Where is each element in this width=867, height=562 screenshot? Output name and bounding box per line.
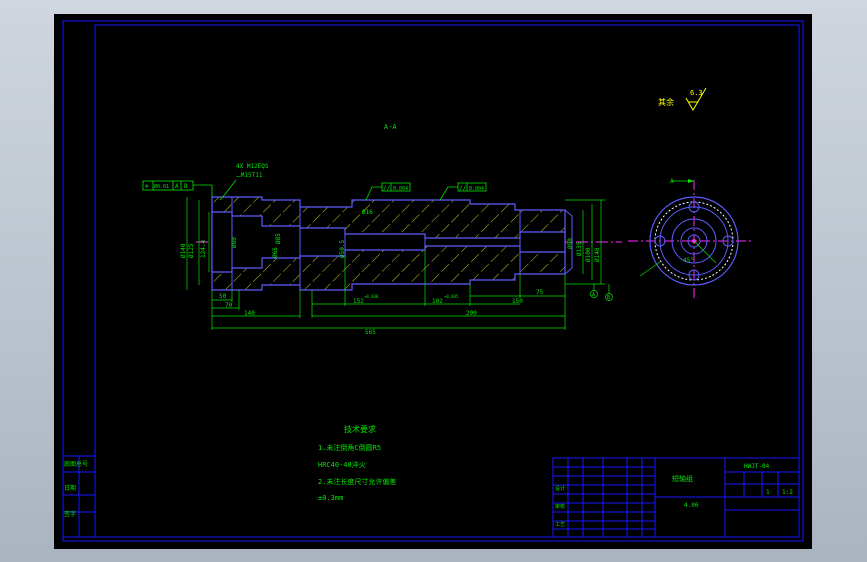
dia-125: Ø125 [188,243,195,258]
surface-finish-label: 其余 [658,97,674,107]
dim-75: 75 [536,289,544,296]
dia-90: Ø90 [567,238,574,249]
dim-150: 150 [512,298,523,305]
dim-290: 290 [466,310,477,317]
hole-note-line2: ⌴M15T11 [236,172,263,179]
tol-right-value: 0.004 [469,186,484,192]
tol-left-symbol: ⊚ [145,183,149,190]
dia-65: Ø65 [272,247,279,258]
title-block-drawing-no: HWJT-04 [744,463,770,470]
dia-50: Ø50.5 [339,240,346,258]
dim-565: 565 [365,329,376,336]
side-label-2: 日期 [64,484,76,492]
datum-b: B [607,295,610,301]
title-block-row3: 工艺 [555,522,565,528]
dia-85: Ø85 [275,233,282,244]
datum-a: A [592,292,595,298]
dim-70: 70 [225,302,233,309]
dim-102-tol: +0.045 [444,294,459,299]
title-block-row2: 审核 [555,503,565,510]
tech-req-line1: 1.未注倒角C倒圆R5 [318,443,381,452]
dia-135: Ø135 [576,241,583,256]
dim-50: 50 [219,293,227,300]
dim-140: 140 [244,310,255,317]
title-block-row1: 设计 [555,485,565,492]
title-block-cell-a: 1 [766,489,770,496]
title-block-part-name: 短轴组 [672,474,693,483]
drawing-canvas: 底图总号 日期 签字 A-A 其余 6.3 4X M12EQS ⌴M15T11 [54,14,812,549]
dim-152: 152 [353,298,364,305]
surface-finish-value: 6.3 [690,89,703,97]
dim-102: 102 [432,298,443,305]
title-block-scale: 1:2 [782,489,793,496]
dia-140: Ø140 [180,243,187,258]
dia-148: Ø148 [594,247,601,262]
side-label-1: 底图总号 [64,460,88,468]
tech-req-line3: 2.未注长度尺寸允许偏差 [318,477,396,486]
tol-mid-value: 0.004 [393,186,408,192]
tol-mid-symbol: // [383,185,391,192]
dim-152-tol: +0.030 [364,294,379,299]
end-view-angle: 45° [683,257,694,264]
dia-80a: Ø80 [231,237,238,248]
side-label-3: 签字 [64,510,76,518]
dia-124: 124.4 [200,240,207,258]
tol-left-datum-b: B [184,183,188,190]
tol-right-symbol: // [459,185,467,192]
tech-req-title: 技术要求 [344,424,376,434]
tol-left-datum-a: A [175,183,179,190]
title-block-weight: 4.00 [684,502,699,509]
tol-left-value: Ø0.01 [154,183,169,190]
tech-req-line4: ±0.3mm [318,494,343,502]
end-view-label: A [670,178,674,185]
hole-note-line1: 4X M12EQS [236,163,269,170]
small-dim: Ø16 [362,209,373,216]
section-label: A-A [384,123,397,131]
dia-100: Ø100 [585,247,592,262]
tech-req-line2: HRC40-48淬火 [318,460,366,469]
